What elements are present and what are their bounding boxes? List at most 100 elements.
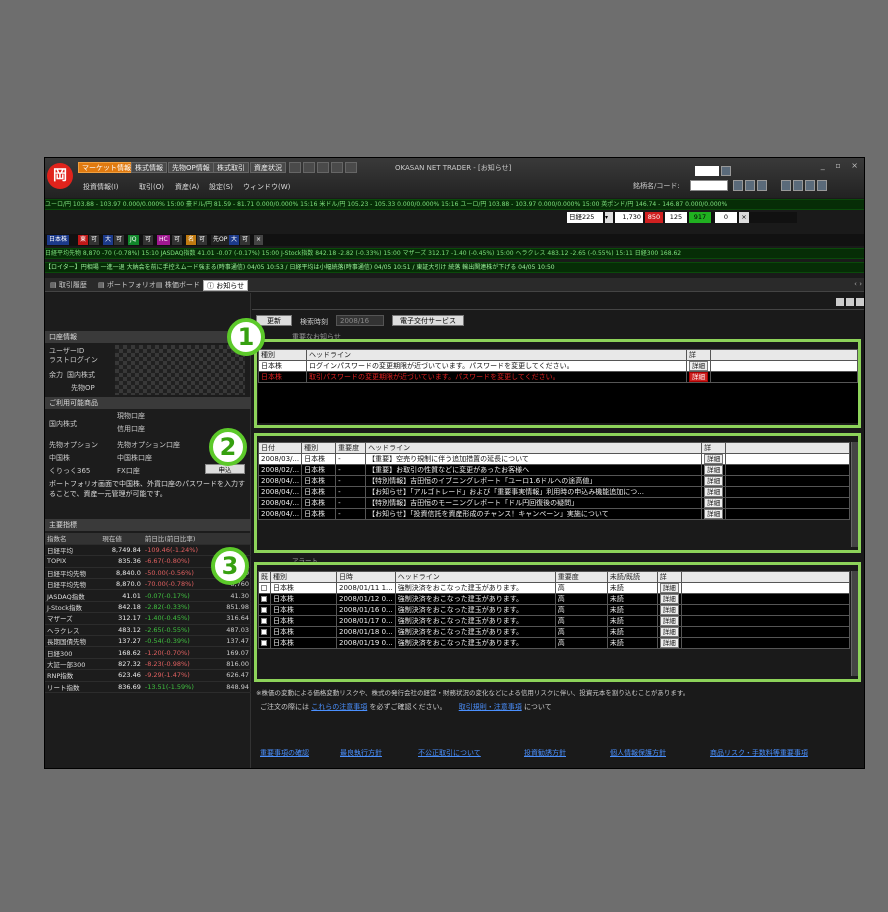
top-tab-stock-info[interactable]: 株式情報	[131, 162, 167, 173]
top-tab-assets[interactable]: 資産状況	[250, 162, 286, 173]
index-row[interactable]: RNP指数 623.46 -9.29(-1.47%) 626.47	[45, 669, 251, 682]
table-row[interactable]: 日本株 2008/01/11 1... 強制決済をおこなった建玉があります。高未読詳…	[258, 582, 851, 594]
index-row[interactable]: JASDAQ指数 41.01 -0.07(-0.17%) 41.30	[45, 589, 251, 602]
quote-mini-button[interactable]	[721, 166, 731, 176]
top-tab-blank-1[interactable]	[289, 162, 301, 173]
update-button[interactable]: 更新	[256, 315, 292, 326]
close-icon[interactable]: ×	[254, 235, 264, 245]
index-row[interactable]: 大証一部300 827.32 -8.23(-0.98%) 816.00	[45, 658, 251, 671]
detail-button[interactable]: 詳細	[659, 605, 679, 615]
table-row[interactable]: 2008/03/... 日本株 - 【重要】空売り規制に伴う追加措置の延長について 詳細	[257, 453, 850, 465]
read-checkbox[interactable]	[261, 585, 267, 591]
index-row[interactable]: マザーズ 312.17 -1.40(-0.45%) 316.64	[45, 612, 251, 625]
menu-assets[interactable]: 資産(A)	[175, 182, 199, 192]
top-tab-blank-2[interactable]	[303, 162, 315, 173]
tab-stock-board[interactable]: ▤ 株価ボード	[153, 280, 203, 291]
footer-link-solicitation-policy[interactable]: 投資勧誘方針	[524, 748, 566, 758]
table-row[interactable]: 2008/04/... 日本株 - 【特別情報】吉田恒のモーニングレポート「ドル円回復…	[257, 497, 850, 509]
dropdown-icon[interactable]	[856, 298, 864, 306]
tab-notices[interactable]: ⓘ お知らせ	[203, 280, 249, 291]
table-row[interactable]: 日本株 2008/01/19 0... 強制決済をおこなった建玉があります。高未読詳…	[258, 637, 851, 649]
detail-button[interactable]: 詳細	[704, 465, 724, 475]
tab-trade-history[interactable]: ▤ 取引履歴	[47, 280, 90, 291]
footer-link-unfair-trading[interactable]: 不公正取引について	[418, 748, 481, 758]
footer-link-product-risk[interactable]: 商品リスク・手数料等重要事項	[710, 748, 808, 758]
footer-link-privacy-policy[interactable]: 個人情報保護方針	[610, 748, 666, 758]
footer-link-important-matters[interactable]: 重要事項の確認	[260, 748, 309, 758]
index-cell-jasdaq[interactable]: JQ	[128, 235, 139, 245]
precautions-link[interactable]: これらの注意事項	[311, 703, 367, 711]
table-row[interactable]: 2008/04/... 日本株 - 【お知らせ】「投資信託を資産形成のチャンス！キャン…	[257, 508, 850, 520]
top-tab-stock-trade[interactable]: 株式取引	[213, 162, 249, 173]
detail-button[interactable]: 詳細	[659, 638, 679, 648]
detail-button[interactable]: 詳細	[659, 583, 679, 593]
board-button[interactable]	[745, 180, 755, 191]
chart-button[interactable]	[757, 180, 767, 191]
detail-button[interactable]: 詳細	[689, 361, 708, 371]
grid-view-icon[interactable]	[836, 298, 844, 306]
top-tab-blank-4[interactable]	[331, 162, 343, 173]
trading-rules-link[interactable]: 取引規則・注意事項	[459, 703, 522, 711]
tab-scroll-arrows-icon[interactable]: ‹ ›	[854, 280, 862, 288]
table-row[interactable]: 日本株 2008/01/17 0... 強制決済をおこなった建玉があります。高未読詳…	[258, 615, 851, 627]
index-row[interactable]: 長期国債先物 137.27 -0.54(-0.39%) 137.47	[45, 635, 251, 648]
index-row[interactable]: 日経300 168.62 -1.20(-0.70%) 169.07	[45, 646, 251, 659]
search-date-input[interactable]: 2008/16	[336, 315, 384, 326]
read-checkbox[interactable]	[261, 629, 267, 635]
index-row[interactable]: J-Stock指数 842.18 -2.82(-0.33%) 851.98	[45, 601, 251, 614]
read-checkbox[interactable]	[261, 640, 267, 646]
index-row[interactable]: リート指数 836.69 -13.51(-1.59%) 848.94	[45, 681, 251, 693]
menu-investment-info[interactable]: 投資情報(I)	[83, 182, 119, 192]
index-cell-hercules[interactable]: HC	[157, 235, 170, 245]
close-icon[interactable]: ×	[739, 212, 749, 223]
detail-button[interactable]: 詳細	[659, 627, 679, 637]
footer-link-best-execution[interactable]: 最良執行方針	[340, 748, 382, 758]
index-cell-nagoya[interactable]: 名	[186, 235, 197, 245]
table-row[interactable]: 2008/04/... 日本株 - 【特別情報】吉田恒のイブニングレポート「ユーロ1.…	[257, 475, 850, 487]
index-cell-tokyo[interactable]: 東	[78, 235, 89, 245]
index-cell-futures-op[interactable]: 先OP	[211, 235, 230, 245]
alerts-scrollbar[interactable]	[851, 571, 858, 676]
symbol-search-input[interactable]	[690, 180, 728, 191]
read-checkbox[interactable]	[261, 607, 267, 613]
detail-button[interactable]: 詳細	[659, 616, 679, 626]
index-cell-japan-stocks[interactable]: 日本株	[47, 235, 70, 245]
list-view-icon[interactable]	[846, 298, 854, 306]
detail-button[interactable]: 詳細	[704, 476, 724, 486]
read-checkbox[interactable]	[261, 618, 267, 624]
table-row[interactable]: 日本株 2008/01/12 0... 強制決済をおこなった建玉があります。高未読詳…	[258, 593, 851, 605]
detail-button[interactable]: 詳細	[689, 372, 708, 382]
table-row[interactable]: 日本株 ログインパスワードの変更期限が近づいています。パスワードを変更してください…	[258, 360, 858, 372]
menu-window[interactable]: ウィンドウ(W)	[243, 182, 290, 192]
table-row[interactable]: 日本株 2008/01/18 0... 強制決済をおこなった建玉があります。高未読詳…	[258, 626, 851, 638]
top-tab-blank-5[interactable]	[345, 162, 357, 173]
layout-button-1[interactable]	[781, 180, 791, 191]
index-row[interactable]: ヘラクレス 483.12 -2.65(-0.55%) 487.03	[45, 624, 251, 637]
layout-button-3[interactable]	[805, 180, 815, 191]
index-cell-osaka-fop[interactable]: 大	[229, 235, 240, 245]
table-row[interactable]: 2008/02/... 日本株 - 【重要】お取引の性質などに変更があったお客様へ 詳細	[257, 464, 850, 476]
table-row[interactable]: 日本株 取引パスワードの変更期限が近づいています。パスワードを変更してください。詳…	[258, 371, 858, 383]
top-tab-futures-info[interactable]: 先物OP情報	[168, 162, 214, 173]
read-checkbox[interactable]	[261, 596, 267, 602]
table-row[interactable]: 2008/04/... 日本株 - 【お知らせ】「アルゴトレード」および「重要事実情報…	[257, 486, 850, 498]
news-scrollbar[interactable]	[851, 442, 858, 547]
e-delivery-button[interactable]: 電子交付サービス	[392, 315, 464, 326]
index-cell-osaka[interactable]: 大	[103, 235, 114, 245]
top-tab-blank-3[interactable]	[317, 162, 329, 173]
layout-button-4[interactable]	[817, 180, 827, 191]
detail-button[interactable]: 詳細	[704, 454, 724, 464]
search-button[interactable]	[733, 180, 743, 191]
tab-portfolio[interactable]: ▤ ポートフォリオ	[95, 280, 159, 291]
detail-button[interactable]: 詳細	[659, 594, 679, 604]
layout-button-2[interactable]	[793, 180, 803, 191]
window-controls[interactable]: _ ▫ ×	[821, 161, 862, 170]
detail-button[interactable]: 詳細	[704, 487, 724, 497]
detail-button[interactable]: 詳細	[704, 498, 724, 508]
table-row[interactable]: 日本株 2008/01/16 0... 強制決済をおこなった建玉があります。高未読詳…	[258, 604, 851, 616]
menu-trade[interactable]: 取引(O)	[139, 182, 164, 192]
detail-button[interactable]: 詳細	[704, 509, 724, 519]
chevron-down-icon[interactable]: ▾	[605, 212, 613, 223]
top-tab-market[interactable]: マーケット情報	[78, 162, 135, 173]
price-box-label[interactable]: 日経225	[567, 212, 603, 223]
